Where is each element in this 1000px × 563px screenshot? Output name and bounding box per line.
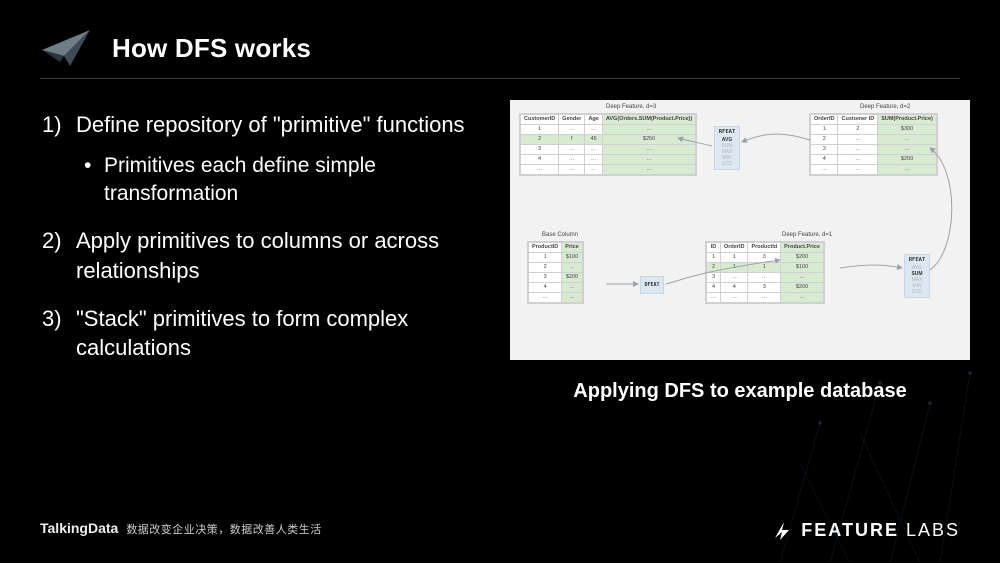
rfeat-sum-box: RFEAT AVGSUMMAXMINSTD: [904, 254, 930, 298]
title-bar: How DFS works: [40, 28, 960, 68]
point-1-text: Define repository of "primitive" functio…: [76, 112, 465, 137]
point-1a-text: Primitives each define simple transforma…: [104, 154, 376, 205]
featurelabs-icon: [771, 519, 793, 541]
orders-table: OrderIDCustomer IDSUM(Product.Price)12$3…: [810, 114, 937, 175]
featurelabs-text-b: LABS: [899, 520, 960, 540]
point-3-text: "Stack" primitives to form complex calcu…: [76, 306, 408, 361]
point-1a: Primitives each define simple transforma…: [76, 152, 492, 209]
point-2-text: Apply primitives to columns or across re…: [76, 228, 439, 283]
point-3: "Stack" primitives to form complex calcu…: [42, 304, 492, 363]
label-deep-d3: Deep Feature, d=3: [606, 104, 656, 110]
talkingdata-brand: TalkingData: [40, 520, 118, 536]
slide-title: How DFS works: [112, 33, 311, 64]
paper-dart-icon: [40, 28, 92, 68]
products-table: ProductIDPrice1$1002…3$2004………: [528, 242, 583, 303]
order-products-table: IDOrderIDProductIdProduct.Price113$20021…: [706, 242, 824, 303]
rfeat-avg-box: RFEAT AVGSUMMAXMINSTD: [714, 126, 740, 170]
talkingdata-tagline: 数据改变企业决策，数据改善人类生活: [126, 521, 322, 537]
point-2: Apply primitives to columns or across re…: [42, 226, 492, 285]
diagram-caption: Applying DFS to example database: [510, 380, 970, 403]
featurelabs-text-a: FEATURE: [801, 520, 899, 540]
footer-right: FEATURE LABS: [771, 519, 960, 541]
footer-left: TalkingData 数据改变企业决策，数据改善人类生活: [40, 520, 322, 537]
rfeat-header-2: RFEAT: [905, 257, 929, 264]
point-1: Define repository of "primitive" functio…: [42, 110, 492, 208]
customers-table: CustomerIDGenderAgeAVG(Orders.SUM(Produc…: [520, 114, 696, 175]
label-deep-d2: Deep Feature, d=2: [860, 104, 910, 110]
diagram-panel: Deep Feature, d=3 CustomerIDGenderAgeAVG…: [510, 100, 970, 360]
label-deep-d1: Deep Feature, d=1: [782, 232, 832, 238]
label-base-col: Base Column: [542, 232, 578, 238]
featurelabs-text: FEATURE LABS: [801, 520, 960, 541]
dfeat-box: DFEAT: [640, 276, 664, 294]
rfeat-header: RFEAT: [715, 129, 739, 136]
title-rule: [40, 78, 960, 79]
body-text: Define repository of "primitive" functio…: [42, 110, 492, 381]
